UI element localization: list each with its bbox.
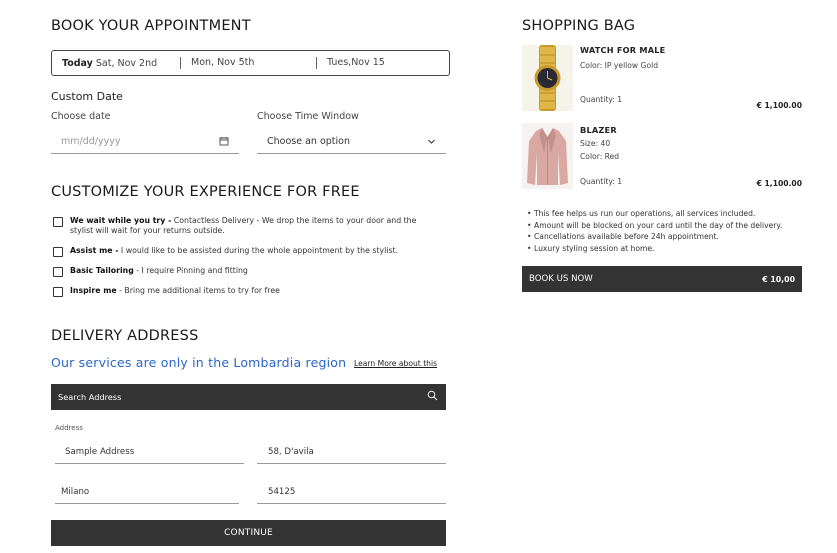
chevron-down-icon <box>427 137 436 149</box>
bag-item-blazer: BLAZER Size: 40 Color: Red Quantity: 1 €… <box>522 123 802 191</box>
city-field[interactable]: Milano <box>55 480 239 504</box>
option-tailoring-name: Basic Tailoring <box>70 266 134 275</box>
date-tab-today-bold: Today <box>62 57 93 69</box>
address-label: Address <box>55 424 83 432</box>
date-tab-today-label: Sat, Nov 2nd <box>92 57 158 69</box>
watch-name: WATCH FOR MALE <box>580 45 666 55</box>
fee-notes: This fee helps us run our operations, al… <box>527 208 782 254</box>
date-tab-tues-label: Tues,Nov 15 <box>327 57 385 68</box>
postal-code-value: 54125 <box>268 486 296 497</box>
watch-quantity: Quantity: 1 <box>580 95 623 104</box>
option-wait-name: We wait while you try - <box>70 216 172 225</box>
address-line-field[interactable]: Sample Address <box>55 440 244 464</box>
option-inspire-checkbox[interactable] <box>53 287 63 297</box>
option-assist-checkbox[interactable] <box>53 247 63 257</box>
date-tab-mon[interactable]: Mon, Nov 5th <box>180 57 316 69</box>
watch-color: Color: IP yellow Gold <box>580 61 659 70</box>
blazer-color: Color: Red <box>580 152 620 161</box>
book-now-button[interactable]: BOOK US NOW € 10,00 <box>522 266 802 292</box>
date-tabs: Today Sat, Nov 2nd Mon, Nov 5th Tues,Nov… <box>51 50 450 76</box>
option-inspire-name: Inspire me <box>70 286 117 295</box>
option-wait-text: We wait while you try - Contactless Deli… <box>70 216 438 236</box>
watch-price: € 1,100.00 <box>756 101 802 110</box>
blazer-size: Size: 40 <box>580 139 611 148</box>
time-window-select[interactable]: Choose an option <box>257 130 446 154</box>
watch-image <box>522 45 573 111</box>
city-value: Milano <box>61 486 90 497</box>
date-placeholder: mm/dd/yyyy <box>61 136 121 147</box>
date-tab-mon-label: Mon, Nov 5th <box>191 57 255 68</box>
street-number-field[interactable]: 58, D'avila <box>257 440 446 464</box>
learn-more-link[interactable]: Learn More about this <box>354 359 437 368</box>
address-line-value: Sample Address <box>65 446 135 457</box>
bag-item-watch: WATCH FOR MALE Color: IP yellow Gold Qua… <box>522 45 802 113</box>
option-tailoring-checkbox[interactable] <box>53 267 63 277</box>
street-number-value: 58, D'avila <box>268 446 314 457</box>
option-wait-checkbox[interactable] <box>53 217 63 227</box>
option-assist-desc: I would like to be assisted during the w… <box>118 246 399 255</box>
note-item: Luxury styling session at home. <box>527 243 782 255</box>
choose-date-label: Choose date <box>51 111 111 122</box>
book-now-price: € 10,00 <box>762 274 795 284</box>
date-input[interactable]: mm/dd/yyyy <box>51 130 239 154</box>
delivery-title: DELIVERY ADDRESS <box>51 328 199 344</box>
option-inspire[interactable]: Inspire me - Bring me additional items t… <box>53 286 280 297</box>
option-tailoring[interactable]: Basic Tailoring - I require Pinning and … <box>53 266 248 277</box>
search-icon[interactable] <box>427 390 438 403</box>
search-placeholder: Search Address <box>58 392 122 402</box>
time-select-value: Choose an option <box>267 136 350 147</box>
postal-code-field[interactable]: 54125 <box>257 480 446 504</box>
option-wait[interactable]: We wait while you try - Contactless Deli… <box>53 216 438 236</box>
date-tab-today[interactable]: Today Sat, Nov 2nd <box>52 58 180 69</box>
blazer-image <box>522 123 573 189</box>
date-tab-tues[interactable]: Tues,Nov 15 <box>316 57 385 69</box>
search-address-input[interactable]: Search Address <box>51 384 446 410</box>
bag-title: SHOPPING BAG <box>522 18 636 34</box>
continue-button[interactable]: CONTINUE <box>51 520 446 546</box>
blazer-price: € 1,100.00 <box>756 179 802 188</box>
blazer-name: BLAZER <box>580 125 617 135</box>
option-assist-text: Assist me - I would like to be assisted … <box>70 246 398 257</box>
option-assist-name: Assist me - <box>70 246 119 255</box>
note-item: This fee helps us run our operations, al… <box>527 208 782 220</box>
booking-title: BOOK YOUR APPOINTMENT <box>51 18 251 34</box>
region-notice: Our services are only in the Lombardia r… <box>51 355 347 370</box>
note-item: Cancellations available before 24h appoi… <box>527 231 782 243</box>
calendar-icon[interactable] <box>219 136 229 149</box>
option-inspire-desc: - Bring me additional items to try for f… <box>116 286 280 295</box>
option-tailoring-text: Basic Tailoring - I require Pinning and … <box>70 266 248 277</box>
blazer-quantity: Quantity: 1 <box>580 177 623 186</box>
custom-date-title: Custom Date <box>51 90 123 103</box>
option-tailoring-desc: - I require Pinning and fitting <box>133 266 248 275</box>
option-inspire-text: Inspire me - Bring me additional items t… <box>70 286 280 297</box>
choose-time-label: Choose Time Window <box>257 111 359 122</box>
option-assist[interactable]: Assist me - I would like to be assisted … <box>53 246 398 257</box>
note-item: Amount will be blocked on your card unti… <box>527 220 782 232</box>
book-now-label: BOOK US NOW <box>529 274 593 284</box>
customize-title: CUSTOMIZE YOUR EXPERIENCE FOR FREE <box>51 184 360 200</box>
